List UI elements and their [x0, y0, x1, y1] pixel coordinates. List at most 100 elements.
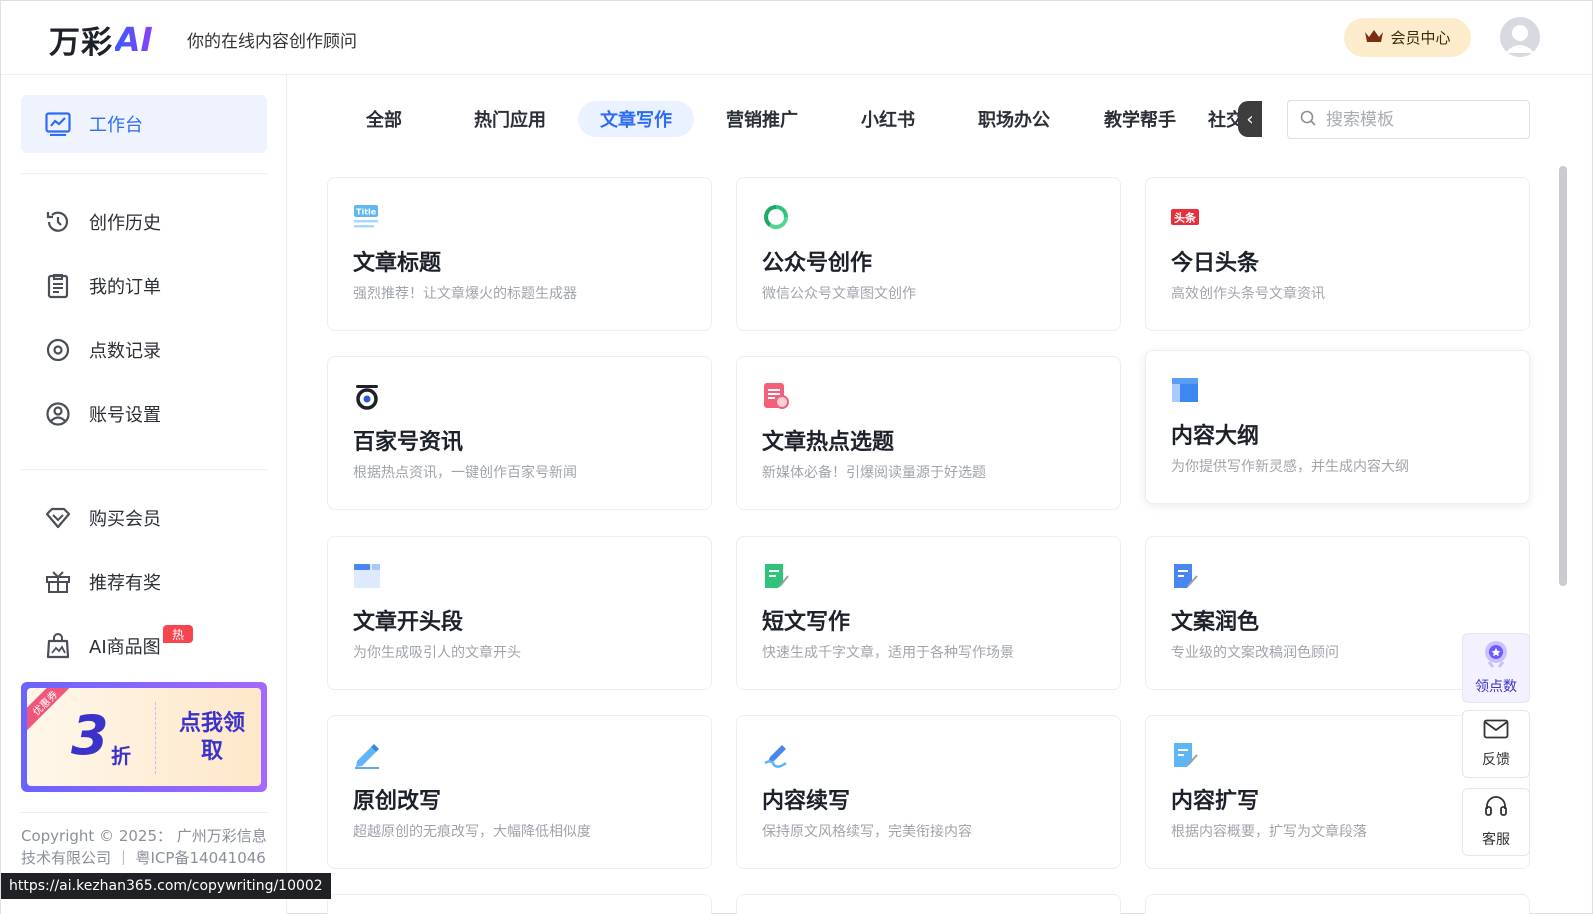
sidebar-item-history[interactable]: 创作历史: [21, 193, 267, 251]
link-status-url: https://ai.kezhan365.com/copywriting/100…: [1, 873, 331, 899]
avatar-icon: [1500, 17, 1540, 57]
sidebar-item-label: 我的订单: [89, 277, 161, 298]
card-desc: 新媒体必备！引爆阅读量源于好选题: [762, 465, 986, 481]
tab-popular[interactable]: 热门应用: [452, 101, 568, 137]
vip-center-button[interactable]: 会员中心: [1344, 18, 1471, 57]
toutiao-icon: 头条: [1171, 203, 1199, 231]
search-input[interactable]: [1326, 109, 1516, 130]
card-desc: 快速生成千字文章，适用于各种写作场景: [762, 645, 1014, 661]
wechat-official-icon: [762, 203, 790, 231]
gift-icon: [45, 569, 71, 595]
sidebar-item-label: 工作台: [89, 115, 143, 136]
template-card-partial[interactable]: [1145, 894, 1530, 914]
user-avatar[interactable]: [1500, 17, 1540, 57]
promo-separator: [155, 702, 156, 774]
mail-icon: [1483, 719, 1509, 743]
promo-discount-number: 3: [71, 704, 109, 767]
card-title: 文章热点选题: [762, 430, 895, 455]
points-record-icon: [45, 337, 71, 363]
polish-icon: [1171, 562, 1199, 590]
card-title: 百家号资讯: [353, 430, 464, 455]
sidebar-item-label: 购买会员: [89, 509, 161, 530]
tab-marketing[interactable]: 营销推广: [704, 101, 820, 137]
sidebar-item-label: 推荐有奖: [89, 573, 161, 594]
vip-center-label: 会员中心: [1390, 29, 1451, 47]
category-tabs: 全部 热门应用 文章写作 营销推广 小红书 职场办公 教学帮手 社交: [326, 101, 1262, 137]
template-search[interactable]: [1287, 100, 1530, 139]
card-desc: 根据内容概要，扩写为文章段落: [1171, 824, 1367, 840]
expand-writing-icon: [1171, 741, 1199, 769]
template-card-outline[interactable]: 内容大纲 为你提供写作新灵感，并生成内容大纲: [1145, 350, 1530, 504]
feedback-button[interactable]: 反馈: [1462, 710, 1530, 778]
points-medal-icon: [1483, 640, 1509, 672]
template-card-opening[interactable]: 文章开头段 为你生成吸引人的文章开头: [327, 536, 712, 690]
card-title: 今日头条: [1171, 251, 1260, 276]
promo-discount-unit: 折: [111, 744, 131, 768]
customer-service-label: 客服: [1482, 832, 1510, 848]
main-scrollbar[interactable]: [1559, 166, 1567, 586]
continue-writing-icon: [762, 741, 790, 769]
template-card-partial[interactable]: [327, 894, 712, 914]
rewrite-pen-icon: [353, 741, 381, 769]
sidebar-item-label: AI商品图: [89, 637, 161, 658]
template-card-wechat[interactable]: 公众号创作 微信公众号文章图文创作: [736, 177, 1121, 331]
claim-points-label: 领点数: [1475, 679, 1517, 695]
card-desc: 为你提供写作新灵感，并生成内容大纲: [1171, 459, 1409, 475]
opening-paragraph-icon: [353, 562, 381, 590]
template-card-toutiao[interactable]: 头条 今日头条 高效创作头条号文章资讯: [1145, 177, 1530, 331]
diamond-icon: [45, 505, 71, 531]
sidebar-item-label: 账号设置: [89, 405, 161, 426]
customer-service-button[interactable]: 客服: [1462, 788, 1530, 856]
title-icon: Title: [353, 203, 381, 231]
template-card-continue[interactable]: 内容续写 保持原文风格续写，完美衔接内容: [736, 715, 1121, 869]
outline-icon: [1171, 376, 1199, 404]
card-title: 原创改写: [353, 789, 442, 814]
tab-all[interactable]: 全部: [326, 101, 442, 137]
sidebar-item-workbench[interactable]: 工作台: [21, 95, 267, 153]
sidebar-item-buy-vip[interactable]: 购买会员: [21, 489, 267, 547]
template-card-hot-topic[interactable]: 文章热点选题 新媒体必备！引爆阅读量源于好选题: [736, 356, 1121, 510]
promo-claim-text: 点我领取: [178, 711, 245, 764]
tab-teaching[interactable]: 教学帮手: [1082, 101, 1198, 137]
sidebar-item-referral[interactable]: 推荐有奖: [21, 553, 267, 611]
card-desc: 保持原文风格续写，完美衔接内容: [762, 824, 972, 840]
card-desc: 超越原创的无痕改写，大幅降低相似度: [353, 824, 591, 840]
logo-ai-mark: AI: [115, 19, 153, 59]
card-title: 内容续写: [762, 789, 851, 814]
tab-office[interactable]: 职场办公: [956, 101, 1072, 137]
template-card-partial[interactable]: [736, 894, 1121, 914]
card-title: 内容扩写: [1171, 789, 1260, 814]
card-desc: 根据热点资讯，一键创作百家号新闻: [353, 465, 577, 481]
template-card-rewrite[interactable]: 原创改写 超越原创的无痕改写，大幅降低相似度: [327, 715, 712, 869]
claim-points-button[interactable]: 领点数: [1462, 633, 1530, 703]
template-card-short-writing[interactable]: 短文写作 快速生成千字文章，适用于各种写作场景: [736, 536, 1121, 690]
sidebar-item-label: 创作历史: [89, 213, 161, 234]
baijiahao-icon: [353, 382, 381, 410]
sidebar-item-ai-product-image[interactable]: AI商品图: [21, 617, 267, 675]
copyright-text: Copyright © 2025： 广州万彩信息技术有限公司 ｜ 粤ICP备14…: [21, 827, 267, 867]
hot-badge: 热: [163, 625, 193, 643]
feedback-label: 反馈: [1482, 752, 1510, 768]
svg-text:Title: Title: [356, 208, 377, 217]
sidebar-item-account[interactable]: 账号设置: [21, 385, 267, 443]
template-card-article-title[interactable]: Title 文章标题 强烈推荐！让文章爆火的标题生成器: [327, 177, 712, 331]
order-clipboard-icon: [45, 273, 71, 299]
card-desc: 强烈推荐！让文章爆火的标题生成器: [353, 286, 577, 302]
sidebar-divider: [21, 812, 267, 813]
card-desc: 微信公众号文章图文创作: [762, 286, 916, 302]
sidebar-item-points[interactable]: 点数记录: [21, 321, 267, 379]
tab-xiaohongshu[interactable]: 小红书: [830, 101, 946, 137]
tab-article-writing[interactable]: 文章写作: [578, 101, 694, 137]
template-card-baijiahao[interactable]: 百家号资讯 根据热点资讯，一键创作百家号新闻: [327, 356, 712, 510]
product-image-icon: [45, 633, 71, 659]
top-header: 万彩 AI 你的在线内容创作顾问 会员中心: [1, 1, 1592, 75]
sidebar-item-orders[interactable]: 我的订单: [21, 257, 267, 315]
discount-promo-banner[interactable]: 优惠券 3 折 点我领取: [21, 682, 267, 792]
promo-coupon: 优惠券 3 折 点我领取: [27, 688, 261, 786]
sidebar-item-label: 点数记录: [89, 341, 161, 362]
card-desc: 为你生成吸引人的文章开头: [353, 645, 521, 661]
card-desc: 高效创作头条号文章资讯: [1171, 286, 1325, 302]
logo-text: 万彩: [49, 24, 113, 61]
brand-logo[interactable]: 万彩 AI: [49, 19, 153, 61]
tabs-scroll-arrow[interactable]: ‹: [1238, 101, 1262, 137]
